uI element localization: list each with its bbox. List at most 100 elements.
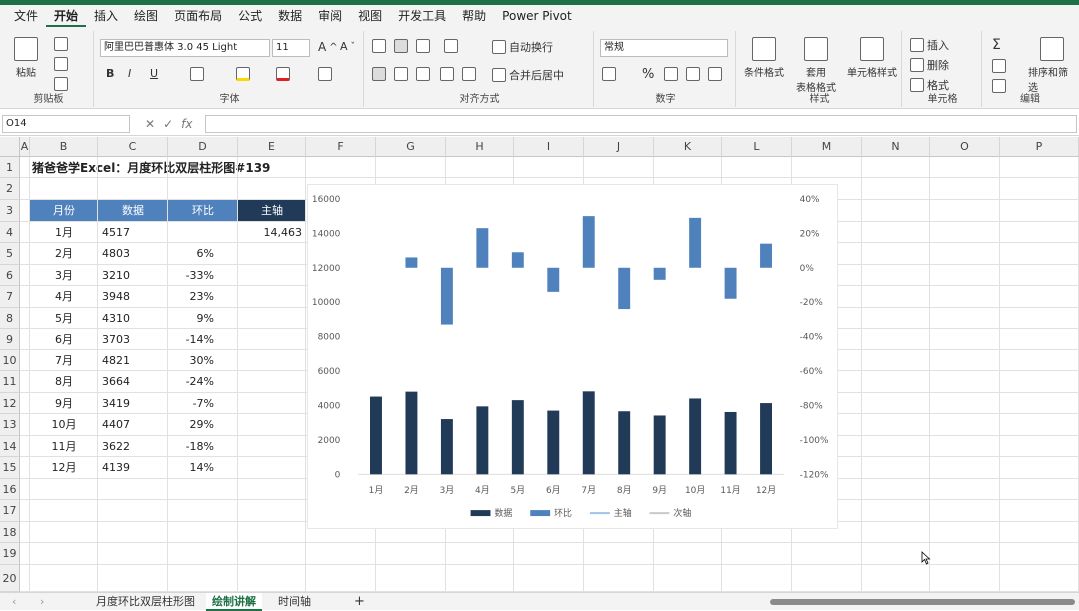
- align-left-icon[interactable]: [372, 67, 386, 81]
- header-ratio[interactable]: 环比: [168, 200, 238, 222]
- sort-filter-button[interactable]: 排序和筛选: [1028, 37, 1076, 94]
- tab-explain[interactable]: 绘制讲解: [206, 593, 262, 611]
- tab-chart[interactable]: 月度环比双层柱形图: [90, 593, 201, 611]
- row-header-7[interactable]: 7: [0, 286, 20, 308]
- row-header-2[interactable]: 2: [0, 178, 20, 200]
- align-bottom-icon[interactable]: [416, 39, 430, 53]
- menu-item-8[interactable]: 视图: [350, 5, 390, 27]
- cell-month[interactable]: 1月: [30, 222, 98, 243]
- align-top-icon[interactable]: [372, 39, 386, 53]
- cell-month[interactable]: 6月: [30, 329, 98, 350]
- column-header-D[interactable]: D: [168, 137, 238, 157]
- underline-button[interactable]: U: [150, 67, 158, 80]
- row-header-16[interactable]: 16: [0, 479, 20, 500]
- row-header-20[interactable]: 20: [0, 565, 20, 592]
- cell-value[interactable]: 4821: [102, 350, 166, 371]
- font-color-icon[interactable]: [276, 67, 290, 81]
- header-value[interactable]: 数据: [98, 200, 168, 222]
- axis-value[interactable]: 14,463: [238, 222, 303, 243]
- name-box[interactable]: O14: [2, 115, 130, 133]
- cell-month[interactable]: 9月: [30, 393, 98, 414]
- cell-month[interactable]: 4月: [30, 286, 98, 307]
- conditional-format-button[interactable]: 条件格式: [742, 37, 786, 79]
- cell-month[interactable]: 2月: [30, 243, 98, 264]
- column-header-P[interactable]: P: [1000, 137, 1079, 157]
- cell-month[interactable]: 8月: [30, 371, 98, 392]
- column-header-C[interactable]: C: [98, 137, 168, 157]
- cell-value[interactable]: 3622: [102, 436, 166, 457]
- tab-timeline[interactable]: 时间轴: [272, 593, 317, 611]
- cell-month[interactable]: 12月: [30, 457, 98, 478]
- merge-center-button[interactable]: 合并后居中: [492, 67, 564, 83]
- cell-value[interactable]: 4803: [102, 243, 166, 264]
- menu-item-0[interactable]: 文件: [6, 5, 46, 27]
- italic-button[interactable]: I: [128, 67, 131, 80]
- header-axis[interactable]: 主轴: [238, 200, 306, 222]
- increase-font-icon[interactable]: A ^: [318, 40, 338, 54]
- format-as-table-button[interactable]: 套用 表格格式: [790, 37, 842, 94]
- paste-button[interactable]: 粘贴: [14, 37, 38, 79]
- cell-ratio[interactable]: 23%: [168, 286, 214, 307]
- menu-item-3[interactable]: 绘图: [126, 5, 166, 27]
- cell-month[interactable]: 3月: [30, 265, 98, 286]
- number-format-select[interactable]: 常规: [600, 39, 728, 57]
- border-icon[interactable]: [190, 67, 204, 81]
- menu-item-6[interactable]: 数据: [270, 5, 310, 27]
- menu-item-2[interactable]: 插入: [86, 5, 126, 27]
- fill-color-icon[interactable]: [236, 67, 250, 81]
- horizontal-scrollbar[interactable]: [770, 599, 1075, 605]
- column-header-B[interactable]: B: [30, 137, 98, 157]
- row-header-17[interactable]: 17: [0, 500, 20, 522]
- phonetic-icon[interactable]: [318, 67, 332, 81]
- column-header-J[interactable]: J: [584, 137, 654, 157]
- column-header-G[interactable]: G: [376, 137, 446, 157]
- cell-ratio[interactable]: -14%: [168, 329, 214, 350]
- accounting-icon[interactable]: [602, 67, 616, 81]
- cell-ratio[interactable]: [168, 222, 214, 243]
- fill-icon[interactable]: [992, 59, 1006, 73]
- formula-input[interactable]: [205, 115, 1077, 133]
- column-header-M[interactable]: M: [792, 137, 862, 157]
- column-header-N[interactable]: N: [862, 137, 930, 157]
- decrease-indent-icon[interactable]: [440, 67, 454, 81]
- cell-ratio[interactable]: -33%: [168, 265, 214, 286]
- cut-icon[interactable]: [54, 37, 68, 51]
- menu-item-10[interactable]: 帮助: [454, 5, 494, 27]
- menu-item-11[interactable]: Power Pivot: [494, 5, 580, 27]
- increase-indent-icon[interactable]: [462, 67, 476, 81]
- row-header-12[interactable]: 12: [0, 393, 20, 414]
- row-header-10[interactable]: 10: [0, 350, 20, 371]
- copy-icon[interactable]: [54, 57, 68, 71]
- menu-item-4[interactable]: 页面布局: [166, 5, 230, 27]
- bold-button[interactable]: B: [106, 67, 114, 80]
- column-header-L[interactable]: L: [722, 137, 792, 157]
- column-header-O[interactable]: O: [930, 137, 1000, 157]
- row-header-6[interactable]: 6: [0, 265, 20, 286]
- column-header-K[interactable]: K: [654, 137, 722, 157]
- decrease-decimal-icon[interactable]: [708, 67, 722, 81]
- row-header-4[interactable]: 4: [0, 222, 20, 243]
- comma-style-icon[interactable]: [664, 67, 678, 81]
- insert-button[interactable]: 插入: [910, 37, 949, 53]
- align-right-icon[interactable]: [416, 67, 430, 81]
- cell-value[interactable]: 4407: [102, 414, 166, 435]
- autosum-icon[interactable]: Σ: [992, 37, 1001, 53]
- font-name-select[interactable]: 阿里巴巴普惠体 3.0 45 Light: [100, 39, 270, 57]
- cancel-icon[interactable]: ✕: [145, 117, 155, 131]
- font-size-select[interactable]: 11: [272, 39, 310, 57]
- menu-item-5[interactable]: 公式: [230, 5, 270, 27]
- cell-value[interactable]: 4139: [102, 457, 166, 478]
- select-all-corner[interactable]: [0, 137, 20, 157]
- cell-value[interactable]: 4517: [102, 222, 166, 243]
- cell-ratio[interactable]: 14%: [168, 457, 214, 478]
- cell-month[interactable]: 10月: [30, 414, 98, 435]
- row-header-18[interactable]: 18: [0, 522, 20, 543]
- fx-icon[interactable]: fx: [181, 117, 192, 131]
- decrease-font-icon[interactable]: Aˇ: [340, 40, 355, 53]
- enter-icon[interactable]: ✓: [163, 117, 173, 131]
- cell-value[interactable]: 4310: [102, 308, 166, 329]
- percent-button[interactable]: %: [642, 67, 654, 82]
- cell-value[interactable]: 3703: [102, 329, 166, 350]
- row-header-14[interactable]: 14: [0, 436, 20, 457]
- cell-styles-button[interactable]: 单元格样式: [844, 37, 900, 79]
